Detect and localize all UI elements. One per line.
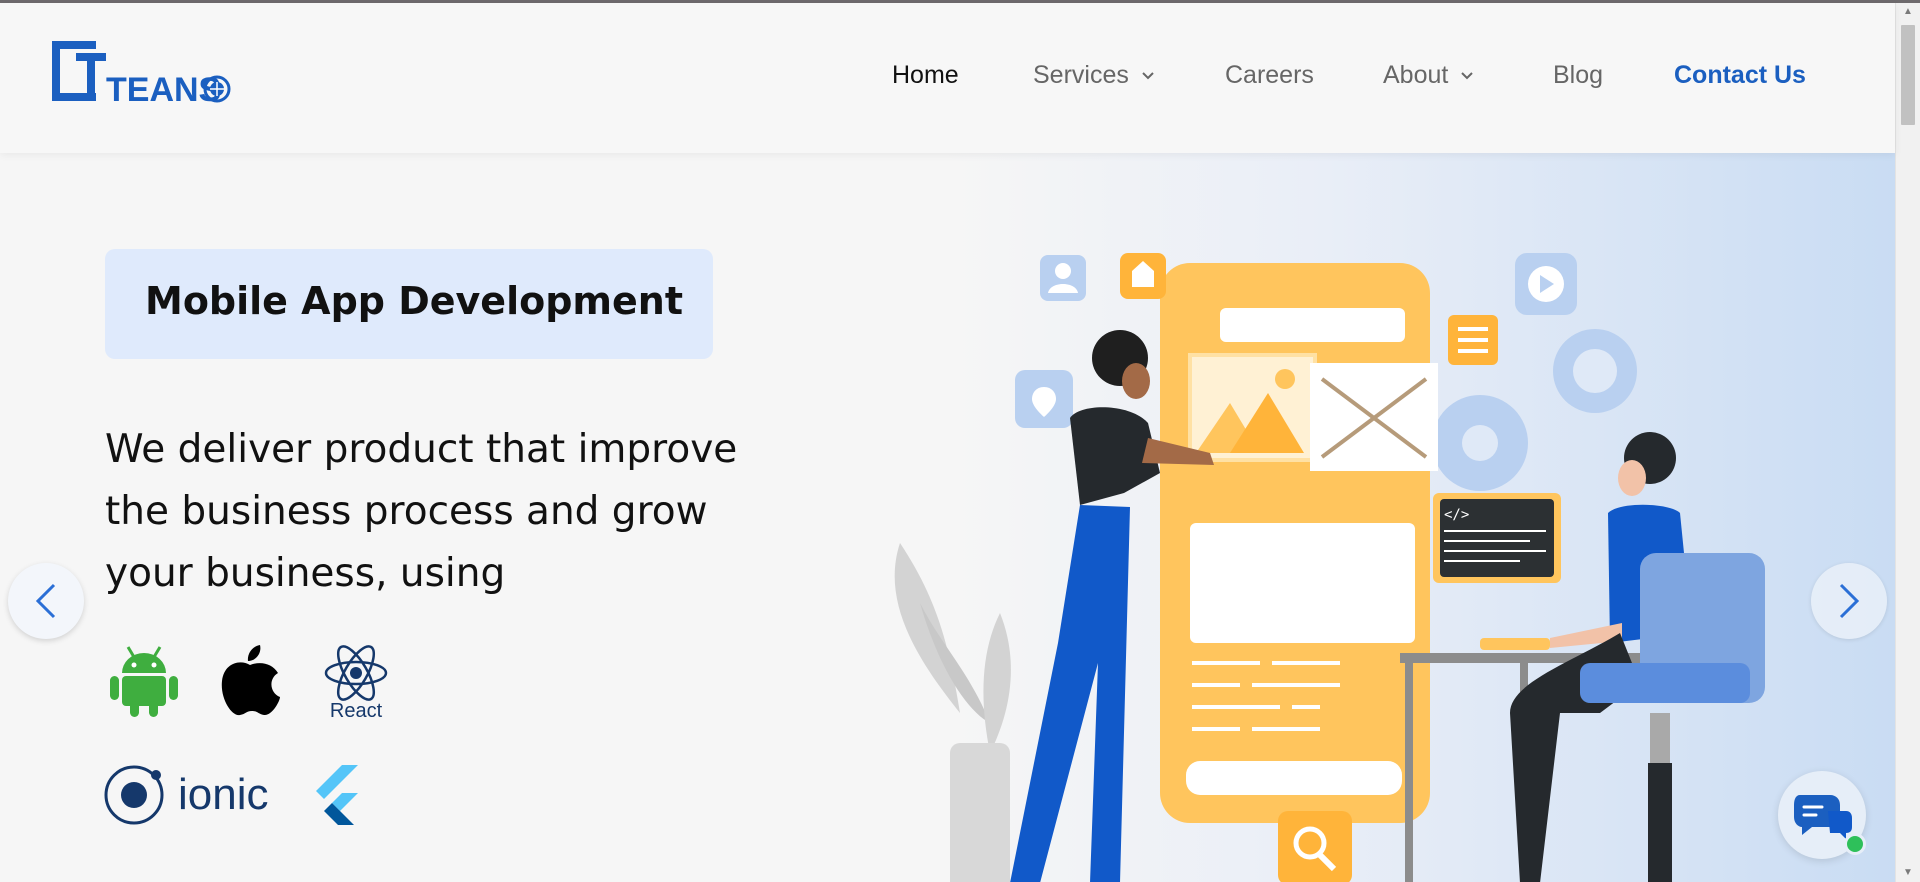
hero-line-2: the business process and grow — [105, 489, 708, 534]
flutter-icon — [316, 765, 358, 825]
nav-careers[interactable]: Careers — [1225, 61, 1314, 90]
nav-about-label: About — [1383, 61, 1449, 89]
nav-contact-us[interactable]: Contact Us — [1674, 61, 1806, 90]
site-header: TEANS Home Services Careers About Blog C… — [0, 3, 1895, 153]
scroll-up-arrow-icon[interactable]: ▲ — [1896, 3, 1920, 21]
nav-services[interactable]: Services — [1033, 61, 1155, 90]
service-tag-label: Mobile App Development — [145, 279, 683, 323]
hero-description: We deliver product that improve the busi… — [105, 419, 745, 605]
page-scrollbar[interactable]: ▲ ▼ — [1895, 3, 1920, 882]
chevron-right-icon — [1839, 583, 1860, 619]
nav-blog[interactable]: Blog — [1553, 61, 1603, 90]
plant-decoration — [894, 543, 1011, 882]
hero-illustration: </> — [894, 253, 1765, 882]
slider-next-button[interactable] — [1811, 563, 1887, 639]
hero-slider: Mobile App Development We deliver produc… — [0, 153, 1895, 882]
company-logo[interactable]: TEANS — [46, 35, 236, 110]
scroll-thumb[interactable] — [1901, 25, 1915, 125]
ionic-icon: ionic — [104, 765, 269, 825]
nav-careers-label: Careers — [1225, 61, 1314, 89]
nav-services-label: Services — [1033, 61, 1129, 89]
android-icon — [110, 646, 178, 717]
search-icon — [1278, 811, 1352, 882]
slider-prev-button[interactable] — [8, 563, 84, 639]
nav-home[interactable]: Home — [892, 61, 959, 90]
chevron-down-icon — [1142, 71, 1154, 79]
hero-line-1: We deliver product that improve — [105, 427, 738, 472]
react-icon: React — [324, 645, 388, 719]
nav-contact-us-label: Contact Us — [1674, 61, 1806, 89]
nav-home-label: Home — [892, 61, 959, 89]
scroll-down-arrow-icon[interactable]: ▼ — [1896, 864, 1920, 882]
chevron-left-icon — [35, 583, 56, 619]
svg-text:</>: </> — [1444, 507, 1469, 523]
nav-blog-label: Blog — [1553, 61, 1604, 89]
online-status-dot — [1844, 833, 1866, 855]
nav-about[interactable]: About — [1383, 61, 1474, 90]
chevron-down-icon — [1461, 71, 1474, 79]
ionic-label: ionic — [178, 770, 269, 819]
apple-icon — [221, 645, 280, 716]
hero-line-3: your business, using — [105, 551, 506, 596]
chat-widget-button[interactable] — [1778, 771, 1866, 859]
logo-mark: TEANS — [52, 41, 231, 109]
service-tag: Mobile App Development — [105, 249, 713, 359]
react-label: React — [330, 700, 383, 719]
